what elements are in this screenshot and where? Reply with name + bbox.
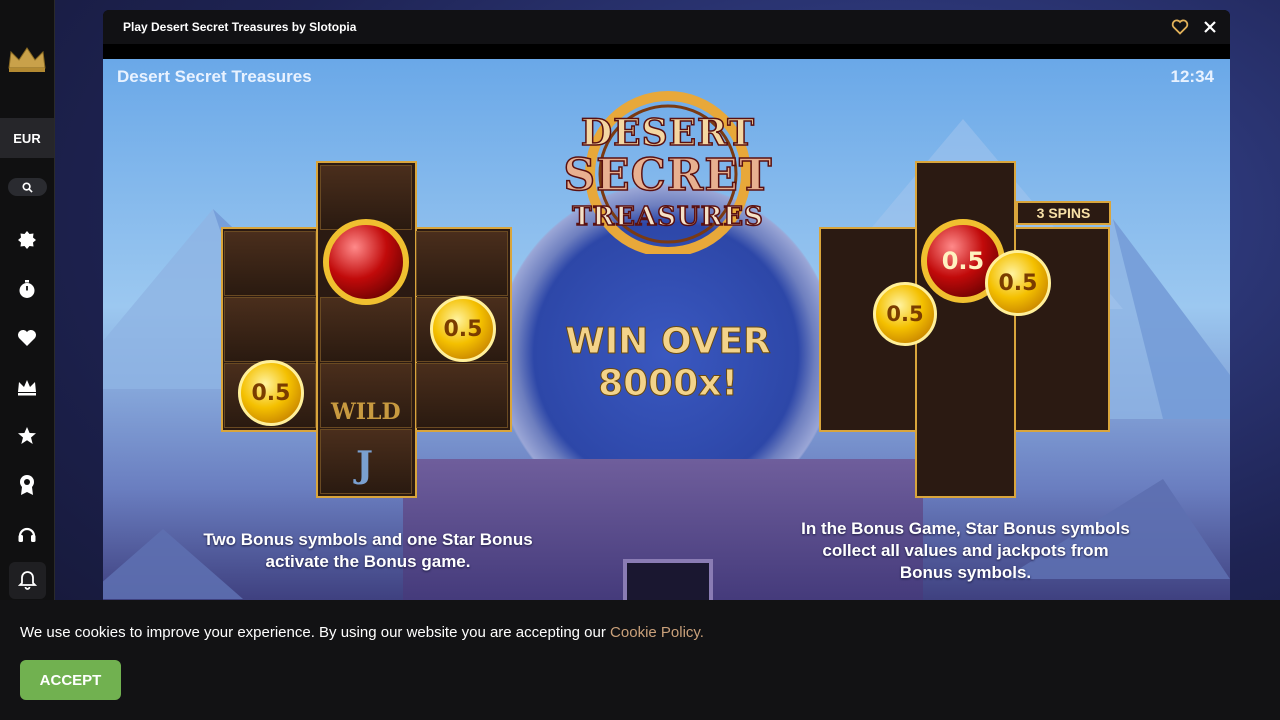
hud-clock: 12:34 [1170, 67, 1214, 86]
stopwatch-icon [19, 280, 35, 298]
star-bonus-symbol [323, 219, 409, 305]
close-icon[interactable] [1201, 18, 1219, 36]
currency-selector[interactable]: EUR [0, 118, 54, 158]
right-description-line: Bonus symbols. [899, 563, 1032, 582]
reel-cell [224, 297, 316, 362]
headset-icon [18, 527, 36, 542]
new-badge-icon [18, 231, 36, 249]
bonus-coin: 0.5 [430, 296, 496, 362]
win-line-1: WIN OVER [565, 321, 772, 363]
wild-symbol: WILD [331, 399, 401, 425]
sidebar-item-vip[interactable] [15, 375, 39, 399]
bonus-coin: 0.5 [985, 250, 1051, 316]
game-logo: DESERT SECRET TREASURES [543, 84, 793, 254]
crown-logo-icon[interactable] [7, 44, 47, 74]
search-icon [22, 181, 33, 193]
sidebar-item-support[interactable] [15, 522, 39, 546]
accept-cookies-button[interactable]: ACCEPT [20, 660, 121, 700]
right-description: In the Bonus Game, Star Bonus symbols co… [793, 518, 1138, 584]
logo-line-3: TREASURES [571, 201, 764, 233]
bonus-coin: 0.5 [238, 360, 304, 426]
crown-icon [18, 380, 36, 396]
sidebar-item-rewards[interactable] [15, 473, 39, 497]
cookie-banner: We use cookies to improve your experienc… [0, 600, 1280, 720]
game-window: Play Desert Secret Treasures by Slotopia… [103, 10, 1230, 610]
logo-line-1: DESERT [580, 111, 756, 155]
win-over-banner: WIN OVER 8000x! [533, 321, 803, 405]
sidebar-item-recent[interactable] [15, 277, 39, 301]
favorite-heart-icon[interactable] [1171, 18, 1189, 36]
reel-cell [416, 363, 508, 428]
star-icon [18, 427, 36, 444]
reel-cell [416, 231, 508, 296]
logo-line-2: SECRET [563, 149, 773, 202]
cookie-policy-link[interactable]: Cookie Policy. [610, 624, 704, 641]
bonus-coin: 0.5 [873, 282, 937, 346]
heart-icon [18, 330, 36, 346]
right-description-line: In the Bonus Game, Star Bonus symbols [801, 519, 1130, 538]
cookie-text: We use cookies to improve your experienc… [20, 624, 611, 641]
left-description-line: activate the Bonus game. [265, 552, 471, 571]
reel-cell [320, 297, 412, 362]
left-description-line: Two Bonus symbols and one Star Bonus [203, 530, 533, 549]
j-symbol: J [356, 444, 374, 486]
search-button[interactable] [8, 178, 47, 196]
sidebar-item-favorites[interactable] [15, 326, 39, 350]
reel-cell [224, 231, 316, 296]
right-description-line: collect all values and jackpots from [822, 541, 1109, 560]
hud-game-title: Desert Secret Treasures [117, 67, 312, 86]
notifications-button[interactable] [9, 562, 46, 599]
sidebar-item-new[interactable] [15, 228, 39, 252]
left-description: Two Bonus symbols and one Star Bonus act… [203, 529, 533, 573]
sidebar-item-featured[interactable] [15, 424, 39, 448]
spins-counter: 3 SPINS [1016, 201, 1111, 225]
game-window-title: Play Desert Secret Treasures by Slotopia [123, 20, 357, 34]
bell-icon [18, 571, 37, 590]
win-line-2: 8000x! [598, 363, 739, 405]
cookie-message: We use cookies to improve your experienc… [20, 624, 704, 641]
award-icon [20, 475, 34, 495]
game-canvas[interactable]: Desert Secret Treasures 12:34 DESERT SEC… [103, 59, 1230, 610]
game-titlebar: Play Desert Secret Treasures by Slotopia [103, 10, 1230, 44]
